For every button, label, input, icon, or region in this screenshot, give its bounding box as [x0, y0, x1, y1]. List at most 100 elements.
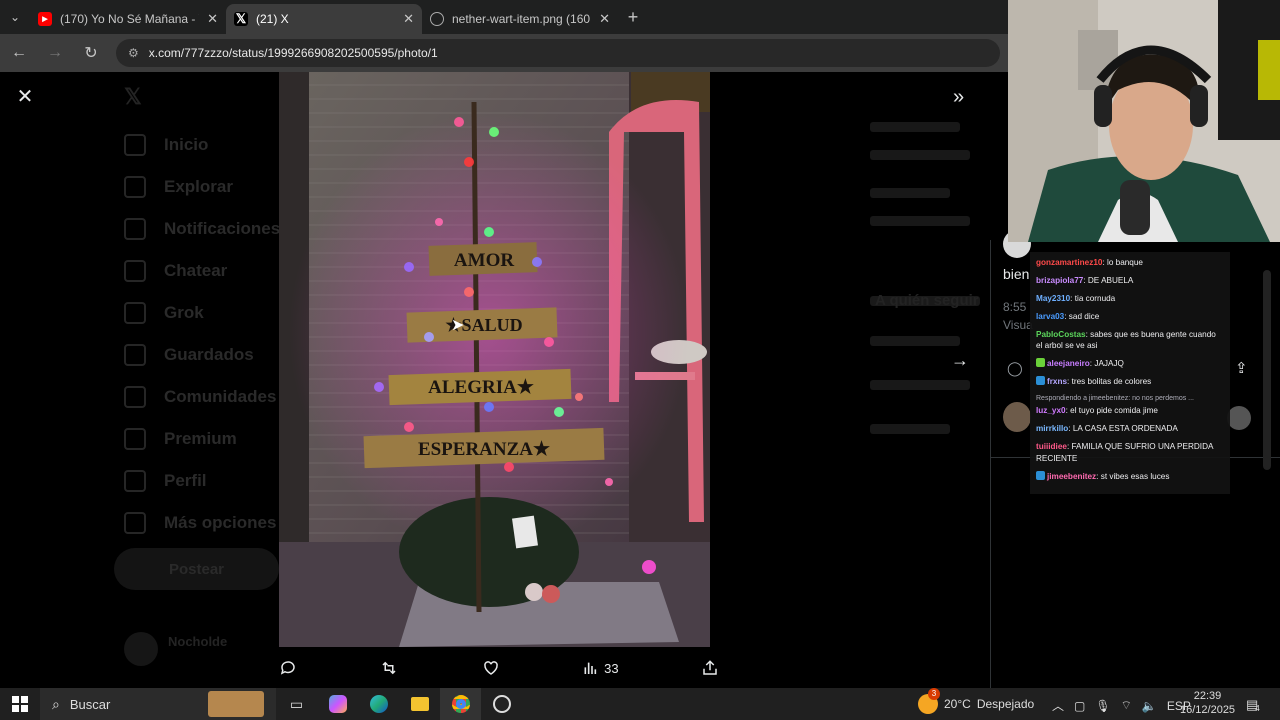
site-info-icon[interactable]: ⚙ — [128, 46, 139, 60]
expand-sidebar-icon[interactable]: » — [953, 86, 964, 109]
task-view-icon: ▭ — [289, 695, 304, 712]
address-bar-row: ← → ↻ ⚙ x.com/777zzzo/status/19992669082… — [0, 34, 1008, 72]
close-photo-button[interactable]: ✕ — [14, 86, 36, 108]
chrome-button[interactable] — [440, 688, 481, 720]
avatar[interactable] — [124, 632, 158, 666]
chat-username[interactable]: tuiiidiee — [1036, 442, 1067, 451]
edge-button[interactable] — [358, 688, 399, 720]
share-button[interactable] — [701, 659, 719, 677]
chat-text: st vibes esas luces — [1100, 471, 1170, 481]
microphone-icon[interactable]: 🎙 — [1095, 699, 1110, 713]
sidebar-item-more[interactable]: Más opciones — [124, 512, 276, 534]
volume-icon[interactable]: 🔈 — [1142, 699, 1157, 713]
chat-badge-icon — [1036, 376, 1045, 386]
sidebar-item-grok[interactable]: Grok — [124, 302, 204, 324]
chat-username[interactable]: frxns — [1047, 377, 1067, 386]
chat-username[interactable]: PabloCostas — [1036, 330, 1086, 339]
close-tab-icon[interactable]: ✕ — [599, 11, 610, 27]
chat-badge-icon — [1036, 470, 1045, 480]
youtube-icon: ▶ — [38, 12, 52, 26]
copilot-icon — [328, 695, 347, 713]
share-icon[interactable]: ⇪ — [1235, 359, 1248, 377]
tab-image[interactable]: nether-wart-item.png (160×160) ✕ — [422, 4, 618, 34]
weather-widget[interactable]: 3 20°C Despejado — [918, 688, 1035, 714]
tray-app-icon[interactable]: ▢ — [1074, 699, 1085, 713]
chat-text: tia cornuda — [1074, 293, 1116, 303]
chat-message: Respondiendo a jimeebenitez: no nos perd… — [1036, 394, 1224, 417]
tweet-text: bien — [1003, 266, 1030, 282]
obs-button[interactable] — [481, 688, 522, 720]
weather-badge: 3 — [928, 688, 940, 700]
sidebar-item-explore[interactable]: Explorar — [124, 176, 233, 198]
close-tab-icon[interactable]: ✕ — [403, 11, 414, 27]
chat-username[interactable]: larva03 — [1036, 312, 1064, 321]
sidebar-item-profile[interactable]: Perfil — [124, 470, 207, 492]
tab-title: (21) X — [256, 12, 289, 26]
chat-username[interactable]: luz_yx0 — [1036, 406, 1066, 415]
chat-message: frxns: tres bolitas de colores — [1036, 376, 1224, 388]
like-button[interactable] — [482, 659, 500, 677]
home-icon — [124, 134, 146, 156]
network-icon[interactable]: ⌔ — [1121, 698, 1132, 713]
chevron-up-icon[interactable]: ︿ — [1052, 697, 1064, 714]
right-column-dim — [870, 122, 990, 542]
system-tray: ︿ ▢ 🎙 ⌔ 🔈 ESP — [1052, 697, 1191, 714]
search-icon: ⌕ — [52, 695, 60, 712]
share-icon — [703, 660, 717, 675]
start-button[interactable] — [0, 696, 40, 712]
sidebar-item-chat[interactable]: Chatear — [124, 260, 227, 282]
tweet-action-bar: 33 — [279, 650, 719, 686]
tweet-photo[interactable]: AMOR ★SALUD ALEGRIA★ ESPERANZA★ ➤ — [279, 72, 710, 647]
retweet-button[interactable] — [379, 659, 399, 677]
windows-taskbar: ⌕ Buscar ▭ 3 20°C Despejado ︿ ▢ 🎙 ⌔ 🔈 ES… — [0, 688, 1280, 720]
clock-date: 16/12/2025 — [1180, 704, 1236, 716]
sidebar-item-notifications[interactable]: Notificaciones — [124, 218, 280, 240]
task-view-button[interactable]: ▭ — [276, 688, 317, 720]
chat-message: mirrkillo: LA CASA ESTA ORDENADA — [1036, 423, 1224, 435]
views-button[interactable]: 33 — [582, 660, 619, 676]
weather-desc: Despejado — [976, 697, 1035, 711]
chat-username[interactable]: gonzamartinez10 — [1036, 258, 1102, 267]
tab-title: nether-wart-item.png (160×160) — [452, 12, 591, 26]
sidebar-item-bookmarks[interactable]: Guardados — [124, 344, 254, 366]
chat-username[interactable]: mirrkillo — [1036, 424, 1068, 433]
account-name: Nocholde — [168, 634, 228, 649]
stream-chat-overlay: gonzamartinez10: lo banque brizapiola77: … — [1030, 252, 1230, 494]
reply-icon[interactable]: ◯ — [1007, 360, 1023, 377]
chat-username[interactable]: jimeebenitez — [1047, 472, 1096, 481]
sidebar-item-communities[interactable]: Comunidades — [124, 386, 276, 408]
views-count: 33 — [604, 660, 619, 676]
new-tab-button[interactable]: + — [618, 7, 648, 28]
clock[interactable]: 22:39 16/12/2025 — [1180, 689, 1235, 717]
notifications-button[interactable]: ▤ 4 — [1246, 696, 1260, 714]
tweet-views: Visua — [1003, 318, 1033, 332]
forward-button[interactable]: → — [44, 44, 66, 62]
reload-button[interactable]: ↻ — [80, 43, 102, 63]
chat-username[interactable]: aleejaneiro — [1047, 359, 1090, 368]
url-field[interactable]: ⚙ x.com/777zzzo/status/19992669082025005… — [116, 39, 1000, 67]
who-to-follow-heading: A quién seguir — [875, 292, 979, 309]
chat-reply-context: Respondiendo a jimeebenitez: no nos perd… — [1036, 395, 1194, 403]
x-logo-icon: 𝕏 — [234, 11, 248, 26]
file-explorer-button[interactable] — [399, 688, 440, 720]
tab-x[interactable]: 𝕏 (21) X ✕ — [226, 4, 422, 34]
copilot-button[interactable] — [317, 688, 358, 720]
mail-icon — [124, 260, 146, 282]
globe-icon — [430, 12, 444, 26]
search-highlight-image — [208, 691, 264, 717]
post-button[interactable]: Postear — [114, 548, 279, 590]
chat-username[interactable]: brizapiola77 — [1036, 276, 1083, 285]
reply-button[interactable] — [279, 659, 297, 677]
close-tab-icon[interactable]: ✕ — [207, 11, 218, 27]
taskbar-search[interactable]: ⌕ Buscar — [40, 688, 276, 720]
next-photo-arrow[interactable]: → — [951, 350, 969, 371]
back-button[interactable]: ← — [8, 44, 30, 62]
chat-username[interactable]: May2310 — [1036, 294, 1070, 303]
tab-youtube[interactable]: ▶ (170) Yo No Sé Mañana - YouTube ✕ — [30, 4, 226, 34]
scrollbar[interactable] — [1263, 270, 1271, 470]
sidebar-item-home[interactable]: Inicio — [124, 134, 208, 156]
tab-search-button[interactable]: ⌄ — [0, 0, 30, 34]
sidebar-item-premium[interactable]: Premium — [124, 428, 237, 450]
search-placeholder: Buscar — [69, 696, 111, 712]
reply-button[interactable] — [1227, 406, 1251, 430]
